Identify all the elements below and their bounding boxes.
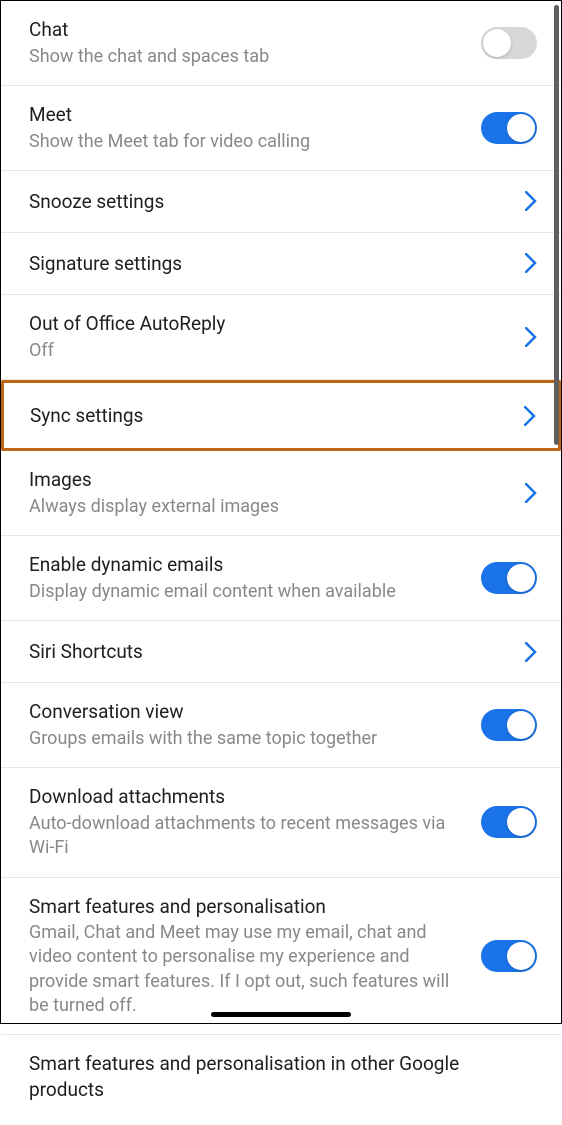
chevron-right-icon — [525, 642, 537, 662]
settings-list: Chat Show the chat and spaces tab Meet S… — [1, 1, 561, 1125]
setting-download-attachments-title: Download attachments — [29, 784, 465, 810]
chevron-right-icon — [525, 253, 537, 273]
setting-siri-text: Siri Shortcuts — [29, 639, 525, 665]
setting-sync[interactable]: Sync settings — [1, 380, 561, 452]
scroll-indicator[interactable] — [554, 5, 559, 445]
setting-conversation-view[interactable]: Conversation view Groups emails with the… — [1, 683, 561, 768]
setting-snooze-title: Snooze settings — [29, 189, 509, 215]
setting-smart-features-other-text: Smart features and personalisation in ot… — [29, 1051, 537, 1102]
setting-smart-features-subtitle: Gmail, Chat and Meet may use my email, c… — [29, 921, 465, 1018]
toggle-knob — [483, 29, 511, 57]
setting-siri[interactable]: Siri Shortcuts — [1, 621, 561, 683]
setting-chat-title: Chat — [29, 17, 465, 43]
setting-out-of-office-subtitle: Off — [29, 339, 509, 363]
setting-signature[interactable]: Signature settings — [1, 233, 561, 295]
setting-sync-text: Sync settings — [30, 403, 524, 429]
setting-smart-features-other-title: Smart features and personalisation in ot… — [29, 1051, 521, 1102]
setting-smart-features-other[interactable]: Smart features and personalisation in ot… — [1, 1035, 561, 1124]
setting-siri-title: Siri Shortcuts — [29, 639, 509, 665]
dynamic-emails-toggle[interactable] — [481, 562, 537, 594]
setting-meet-text: Meet Show the Meet tab for video calling — [29, 102, 481, 154]
toggle-knob — [507, 808, 535, 836]
setting-dynamic-emails-title: Enable dynamic emails — [29, 552, 465, 578]
setting-dynamic-emails-text: Enable dynamic emails Display dynamic em… — [29, 552, 481, 604]
toggle-knob — [507, 711, 535, 739]
setting-download-attachments[interactable]: Download attachments Auto-download attac… — [1, 768, 561, 877]
setting-dynamic-emails[interactable]: Enable dynamic emails Display dynamic em… — [1, 536, 561, 621]
toggle-knob — [507, 942, 535, 970]
setting-images-subtitle: Always display external images — [29, 495, 509, 519]
setting-dynamic-emails-subtitle: Display dynamic email content when avail… — [29, 580, 465, 604]
setting-snooze-text: Snooze settings — [29, 189, 525, 215]
setting-chat-subtitle: Show the chat and spaces tab — [29, 45, 465, 69]
setting-snooze[interactable]: Snooze settings — [1, 171, 561, 233]
setting-images-title: Images — [29, 467, 509, 493]
chevron-right-icon — [525, 483, 537, 503]
chevron-right-icon — [524, 406, 536, 426]
setting-conversation-view-subtitle: Groups emails with the same topic togeth… — [29, 727, 465, 751]
setting-download-attachments-text: Download attachments Auto-download attac… — [29, 784, 481, 860]
setting-signature-title: Signature settings — [29, 251, 509, 277]
setting-images-text: Images Always display external images — [29, 467, 525, 519]
setting-images[interactable]: Images Always display external images — [1, 451, 561, 536]
setting-meet-title: Meet — [29, 102, 465, 128]
setting-smart-features-title: Smart features and personalisation — [29, 894, 465, 920]
setting-download-attachments-subtitle: Auto-download attachments to recent mess… — [29, 812, 465, 861]
chat-toggle[interactable] — [481, 27, 537, 59]
meet-toggle[interactable] — [481, 112, 537, 144]
setting-chat-text: Chat Show the chat and spaces tab — [29, 17, 481, 69]
setting-meet[interactable]: Meet Show the Meet tab for video calling — [1, 86, 561, 171]
setting-out-of-office[interactable]: Out of Office AutoReply Off — [1, 295, 561, 380]
smart-features-toggle[interactable] — [481, 940, 537, 972]
conversation-view-toggle[interactable] — [481, 709, 537, 741]
toggle-knob — [507, 114, 535, 142]
setting-out-of-office-text: Out of Office AutoReply Off — [29, 311, 525, 363]
setting-conversation-view-text: Conversation view Groups emails with the… — [29, 699, 481, 751]
setting-signature-text: Signature settings — [29, 251, 525, 277]
home-indicator[interactable] — [211, 1012, 351, 1017]
setting-chat[interactable]: Chat Show the chat and spaces tab — [1, 1, 561, 86]
toggle-knob — [507, 564, 535, 592]
download-attachments-toggle[interactable] — [481, 806, 537, 838]
setting-meet-subtitle: Show the Meet tab for video calling — [29, 130, 465, 154]
setting-sync-title: Sync settings — [30, 403, 508, 429]
setting-smart-features-text: Smart features and personalisation Gmail… — [29, 894, 481, 1019]
setting-conversation-view-title: Conversation view — [29, 699, 465, 725]
setting-out-of-office-title: Out of Office AutoReply — [29, 311, 509, 337]
chevron-right-icon — [525, 327, 537, 347]
chevron-right-icon — [525, 191, 537, 211]
